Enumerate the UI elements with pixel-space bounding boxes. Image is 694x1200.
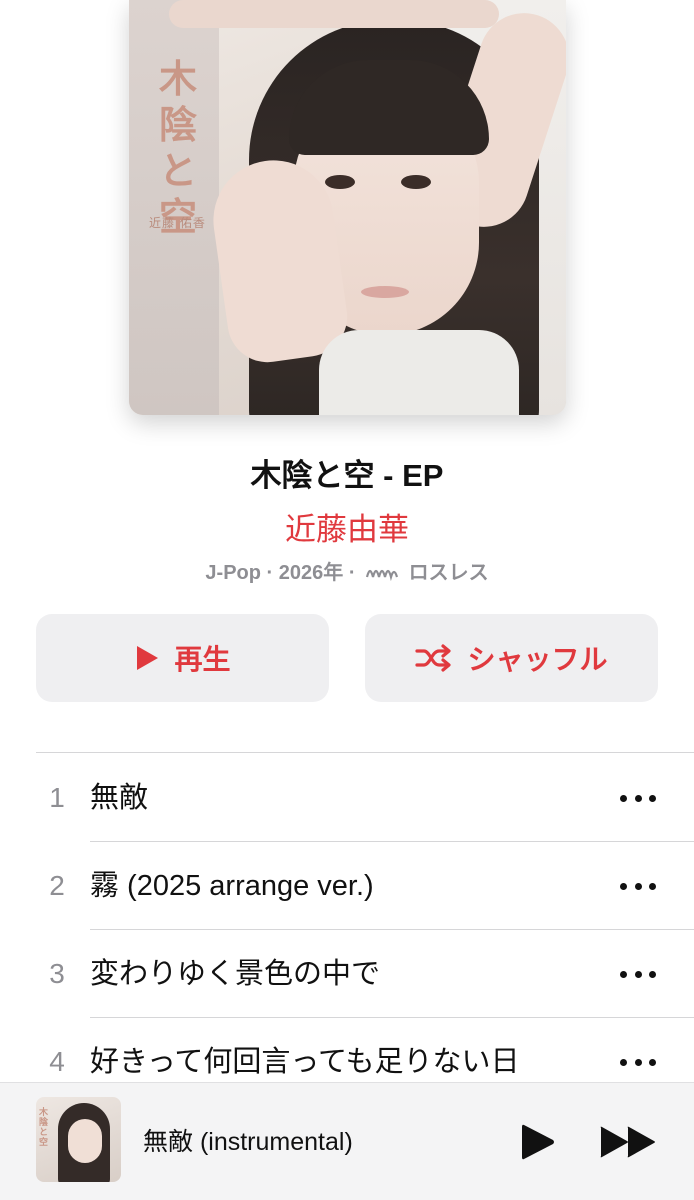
- track-number: 3: [49, 958, 65, 989]
- track-title: 変わりゆく景色の中で: [90, 958, 381, 990]
- album-artwork: 木陰と空 近藤 佑香: [129, 0, 566, 415]
- artwork-title-text: 木陰と空: [158, 56, 197, 239]
- artwork-shirt: [319, 330, 519, 415]
- more-options-icon[interactable]: [618, 964, 658, 984]
- now-playing-title[interactable]: 無敵 (instrumental): [143, 1083, 353, 1200]
- play-icon: [134, 644, 160, 672]
- more-options-icon[interactable]: [618, 876, 658, 896]
- album-artist-link[interactable]: 近藤由華: [0, 504, 694, 549]
- shuffle-button[interactable]: シャッフル: [365, 614, 658, 702]
- track-title: 無敵: [90, 782, 149, 814]
- play-button-label: 再生: [174, 644, 231, 675]
- track-row[interactable]: 1 無敵: [0, 754, 694, 842]
- artwork-eye-right: [401, 175, 431, 189]
- track-row[interactable]: 2 霧 (2025 arrange ver.): [0, 842, 694, 930]
- more-options-icon[interactable]: [618, 1052, 658, 1072]
- mini-artwork-face: [68, 1119, 102, 1163]
- artwork-lips: [361, 286, 409, 298]
- track-number: 1: [49, 782, 65, 813]
- album-meta: J-Pop · 2026年 · ロスレス: [0, 556, 694, 587]
- mini-player[interactable]: 木陰と空 無敵 (instrumental): [0, 1082, 694, 1200]
- meta-separator: ·: [348, 562, 362, 584]
- list-divider: [36, 752, 694, 753]
- lossless-icon: [365, 563, 399, 587]
- now-playing-artwork[interactable]: 木陰と空: [36, 1097, 121, 1182]
- shuffle-icon: [415, 643, 453, 673]
- album-year: 2026年: [278, 562, 344, 584]
- track-title: 霧 (2025 arrange ver.): [90, 870, 374, 902]
- artwork-eye-left: [325, 175, 355, 189]
- track-number: 2: [49, 870, 65, 901]
- play-button[interactable]: 再生: [36, 614, 329, 702]
- meta-separator: ·: [266, 562, 279, 584]
- lossless-label: ロスレス: [408, 562, 489, 584]
- track-row[interactable]: 3 変わりゆく景色の中で: [0, 930, 694, 1018]
- album-genre: J-Pop: [205, 562, 261, 584]
- album-title: 木陰と空 - EP: [250, 458, 444, 493]
- artwork-arm: [169, 0, 499, 28]
- play-icon[interactable]: [520, 1123, 556, 1161]
- artwork-artist-text: 近藤 佑香: [149, 216, 206, 230]
- more-options-icon[interactable]: [618, 788, 658, 808]
- shuffle-button-label: シャッフル: [467, 644, 608, 675]
- mini-artwork-title-text: 木陰と空: [39, 1107, 49, 1147]
- fast-forward-icon[interactable]: [598, 1125, 658, 1159]
